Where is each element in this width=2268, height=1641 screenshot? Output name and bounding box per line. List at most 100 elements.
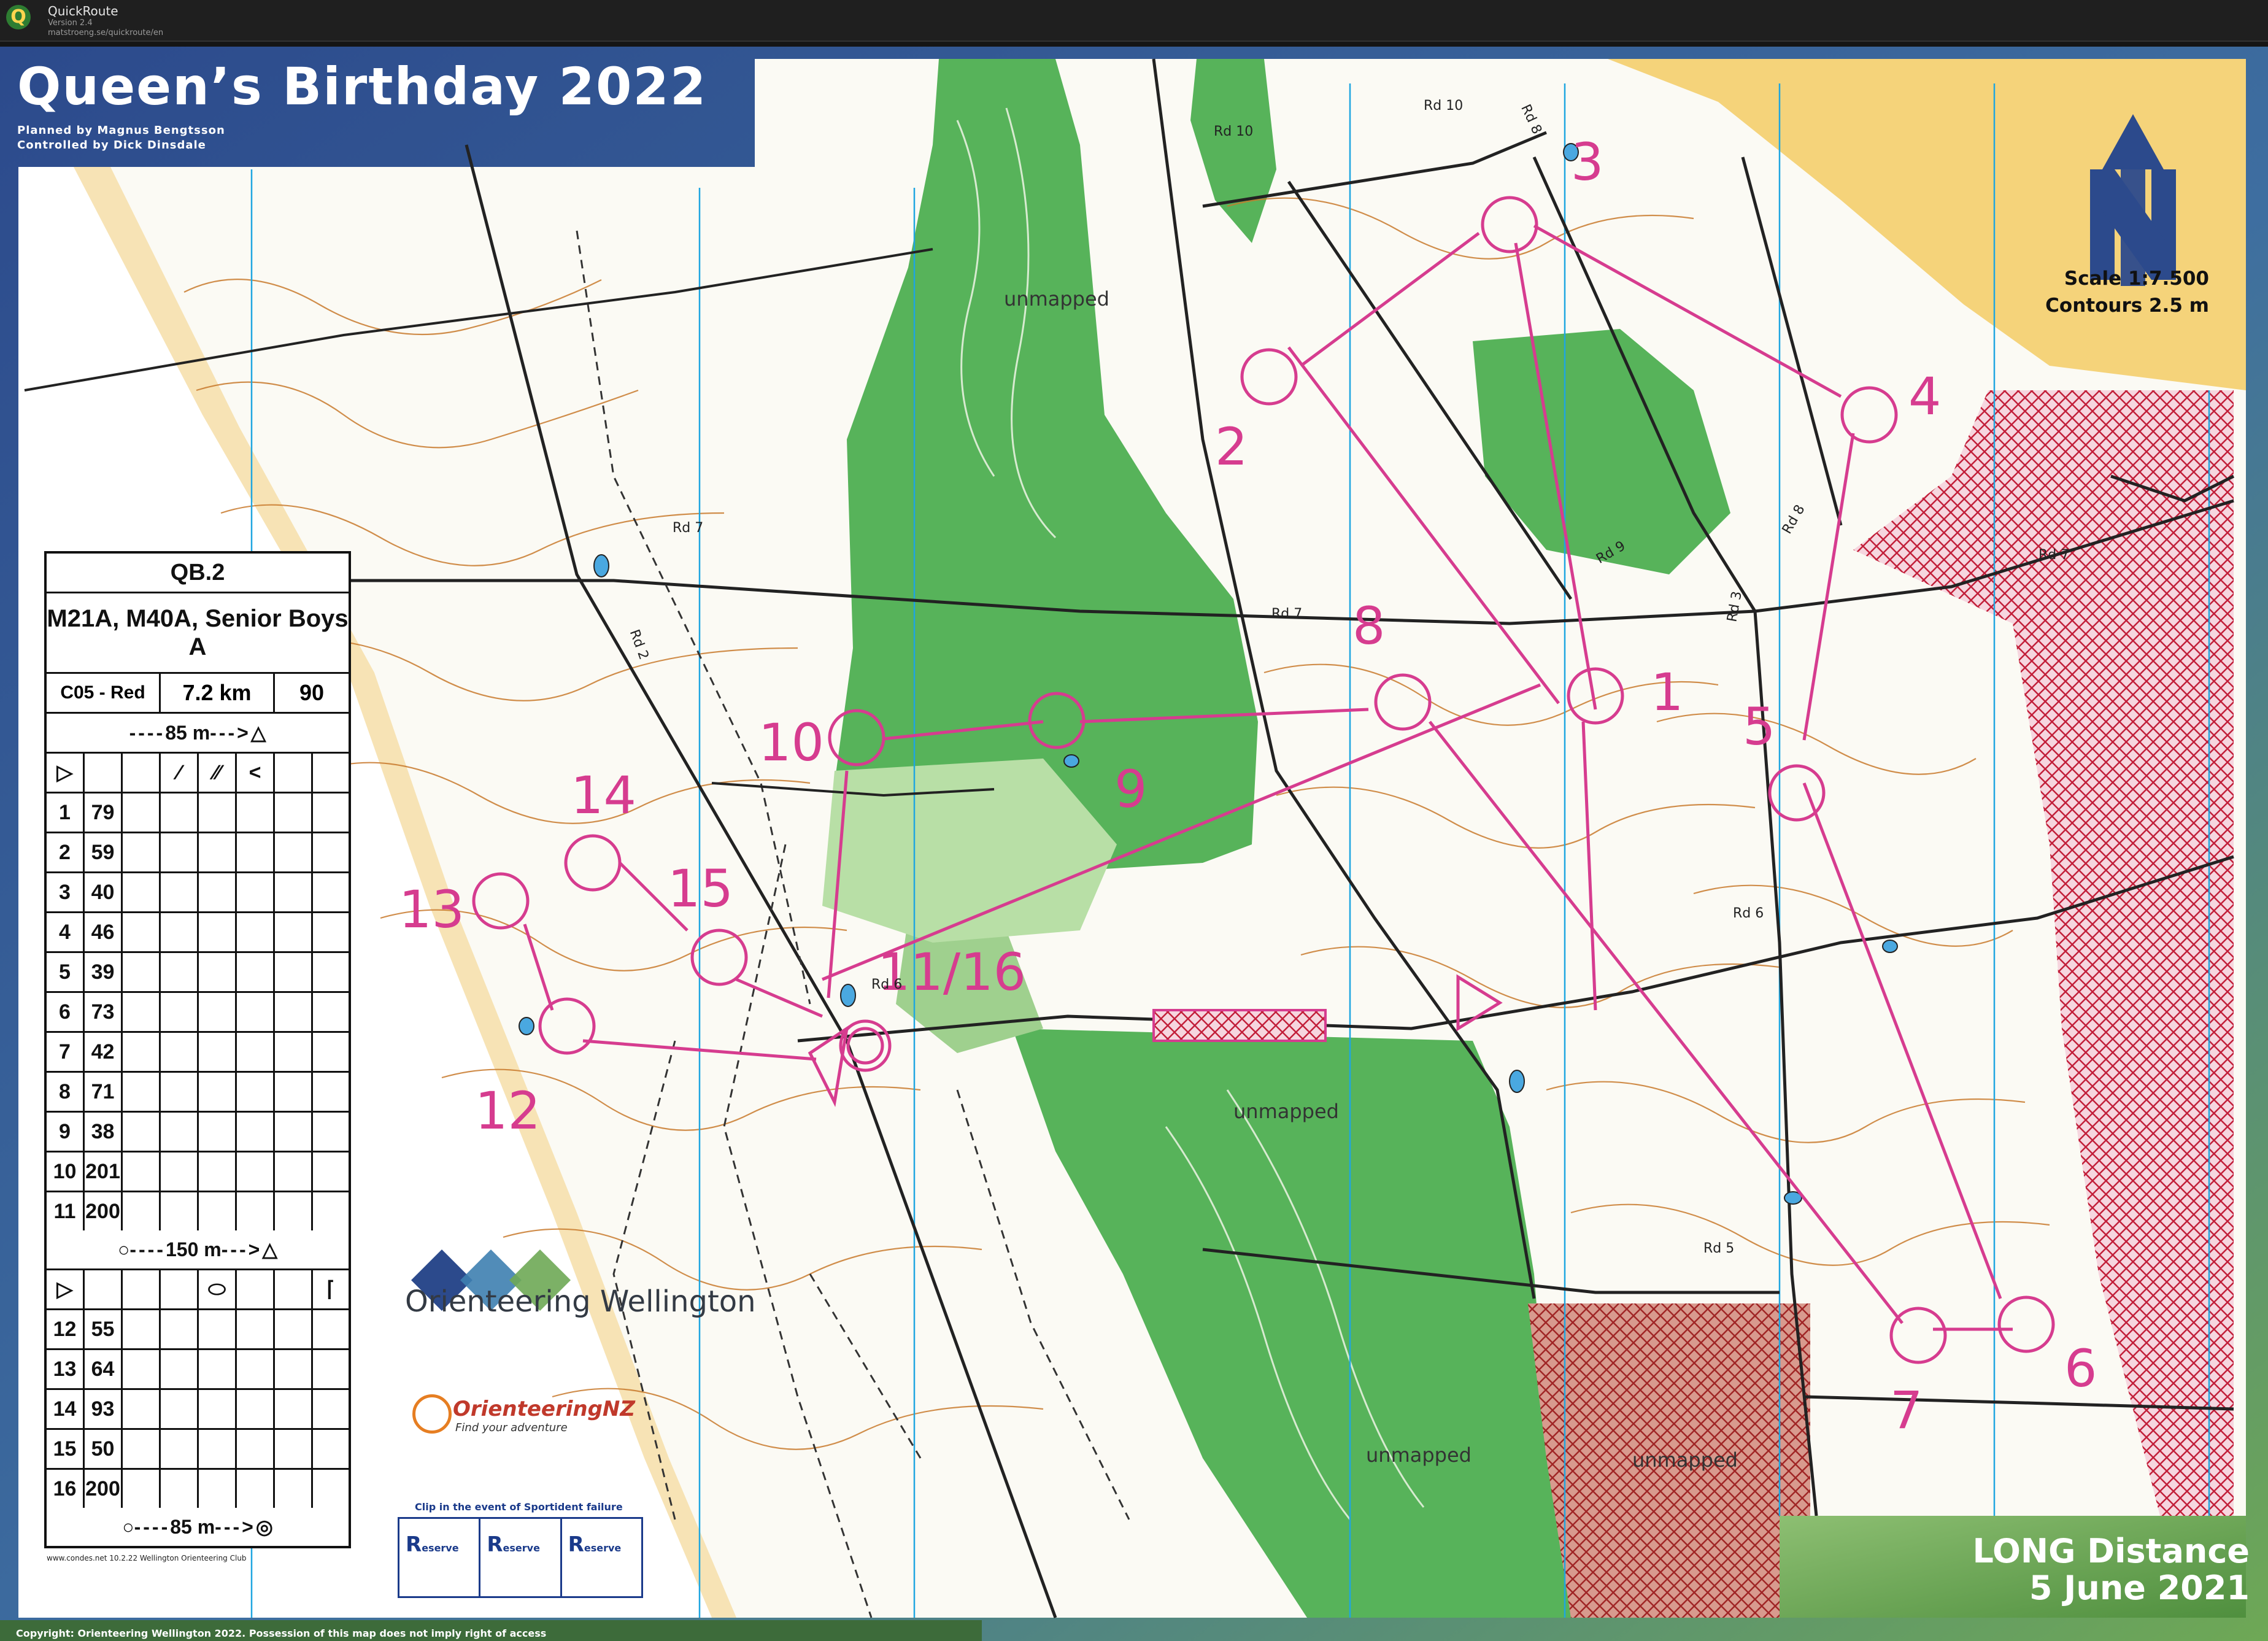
- desc-symbol-cell: [199, 1033, 237, 1071]
- desc-symbol-cell: [123, 1390, 161, 1428]
- desc-symbol-cell: [123, 1350, 161, 1388]
- desc-symbol-cell: [237, 1113, 275, 1151]
- desc-symbol-cell: [275, 1153, 313, 1191]
- control-label-10: 10: [758, 712, 824, 773]
- desc-control-code: 79: [85, 793, 123, 832]
- desc-symbol-cell: [275, 953, 313, 991]
- desc-symbol-cell: [161, 1113, 199, 1151]
- desc-symbol-cell: [123, 1033, 161, 1071]
- desc-symbol-cell: [123, 793, 161, 832]
- desc-row: 3 40: [47, 873, 349, 913]
- desc-symbol-cell: [199, 1073, 237, 1111]
- desc-symbol-cell: [313, 1073, 349, 1111]
- desc-symbol-cell: [313, 1113, 349, 1151]
- desc-symbol-cell: [161, 993, 199, 1031]
- circle-icon: ○: [122, 1515, 134, 1538]
- desc-symbol-cell: [161, 873, 199, 911]
- desc-control-number: 3: [47, 873, 85, 911]
- desc-symbol-cell: [199, 953, 237, 991]
- desc-symbol-cell: [237, 873, 275, 911]
- unmapped-label-center: unmapped: [1233, 1100, 1339, 1123]
- control-label-14: 14: [571, 765, 636, 825]
- desc-symbol-cell: [237, 1192, 275, 1230]
- desc-symbol-cell: [123, 953, 161, 991]
- desc-row: 15 50: [47, 1430, 349, 1470]
- desc-control-code: 55: [85, 1310, 123, 1348]
- desc-control-code: 200: [85, 1470, 123, 1508]
- desc-control-code: 50: [85, 1430, 123, 1468]
- desc-control-code: 42: [85, 1033, 123, 1071]
- desc-control-code: 46: [85, 913, 123, 951]
- desc-symbol-cell: [313, 953, 349, 991]
- copyright: Copyright: Orienteering Wellington 2022.…: [16, 1627, 547, 1639]
- desc-symbol-cell: [161, 833, 199, 871]
- desc-symbol-cell: [275, 993, 313, 1031]
- desc-symbol-cell: [313, 1153, 349, 1191]
- desc-event-code: QB.2: [170, 559, 225, 585]
- desc-symbol-cell: [199, 793, 237, 832]
- desc-symbol-cell: [123, 1153, 161, 1191]
- desc-symbol-cell: [199, 1113, 237, 1151]
- desc-symbol-cell: [275, 1192, 313, 1230]
- desc-symbol-cell: [275, 1310, 313, 1348]
- reserve-box-1: Reserve: [399, 1519, 481, 1596]
- controller-credit: Controlled by Dick Dinsdale: [17, 139, 206, 152]
- desc-symbol-cell: [275, 873, 313, 911]
- desc-control-number: 5: [47, 953, 85, 991]
- desc-mid-tape: 150 m: [165, 1238, 222, 1261]
- planner-credit: Planned by Magnus Bengtsson: [17, 124, 225, 137]
- control-label-9: 9: [1114, 759, 1148, 819]
- desc-classes: M21A, M40A, Senior Boys A: [47, 605, 349, 660]
- desc-symbol-cell: [275, 793, 313, 832]
- app-version: Version 2.4: [48, 18, 93, 28]
- desc-symbol-cell: [161, 913, 199, 951]
- desc-symbol-cell: [199, 1310, 237, 1348]
- desc-symbol-cell: [313, 1390, 349, 1428]
- desc-symbol-cell: [199, 1470, 237, 1508]
- desc-symbol-cell: [123, 1073, 161, 1111]
- desc-row: 14 93: [47, 1390, 349, 1430]
- desc-row: 1 79: [47, 793, 349, 833]
- desc-control-code: 64: [85, 1350, 123, 1388]
- desc-symbol-cell: [275, 1470, 313, 1508]
- desc-symbol-cell: [123, 1310, 161, 1348]
- desc-symbol-cell: [275, 1033, 313, 1071]
- contour-interval: Contours 2.5 m: [2045, 295, 2209, 317]
- desc-symbol-cell: [161, 953, 199, 991]
- desc-control-number: 8: [47, 1073, 85, 1111]
- desc-symbol-cell: [199, 1350, 237, 1388]
- desc-row: 11 200: [47, 1192, 349, 1230]
- unmapped-label-oob: unmapped: [1632, 1448, 1738, 1472]
- app-url: matstroeng.se/quickroute/en: [48, 28, 164, 37]
- angle-icon: <: [237, 754, 275, 792]
- control-label-1: 1: [1651, 662, 1684, 722]
- desc-symbol-cell: [237, 993, 275, 1031]
- orienteering-map[interactable]: Queen’s Birthday 2022 Planned by Magnus …: [0, 47, 2268, 1641]
- quickroute-app-icon[interactable]: Q: [6, 5, 31, 29]
- desc-symbol-cell: [199, 1430, 237, 1468]
- reserve-caption: Clip in the event of Sportident failure: [415, 1501, 623, 1513]
- desc-symbol-cell: [313, 1033, 349, 1071]
- desc-symbol-cell: [237, 1033, 275, 1071]
- desc-footer: www.condes.net 10.2.22 Wellington Orient…: [47, 1554, 247, 1562]
- desc-control-code: 71: [85, 1073, 123, 1111]
- desc-symbol-cell: [275, 1390, 313, 1428]
- road-label: Rd 7: [2038, 547, 2070, 563]
- desc-row: 2 59: [47, 833, 349, 873]
- desc-symbol-cell: [199, 1192, 237, 1230]
- desc-control-number: 4: [47, 913, 85, 951]
- desc-symbol-cell: [237, 833, 275, 871]
- desc-row: 7 42: [47, 1033, 349, 1073]
- desc-symbol-cell: [123, 993, 161, 1031]
- event-date: 5 June 2021: [2029, 1569, 2250, 1607]
- desc-symbol-cell: [237, 793, 275, 832]
- desc-symbol-cell: [275, 913, 313, 951]
- desc-symbol-cell: [199, 993, 237, 1031]
- desc-row: 4 46: [47, 913, 349, 953]
- triangle-icon: △: [262, 1238, 277, 1261]
- desc-symbol-cell: [199, 1153, 237, 1191]
- desc-symbol-cell: [161, 1390, 199, 1428]
- boulder-icon: ⌈: [326, 1278, 335, 1301]
- desc-symbol-cell: [161, 1470, 199, 1508]
- desc-symbol-cell: [313, 833, 349, 871]
